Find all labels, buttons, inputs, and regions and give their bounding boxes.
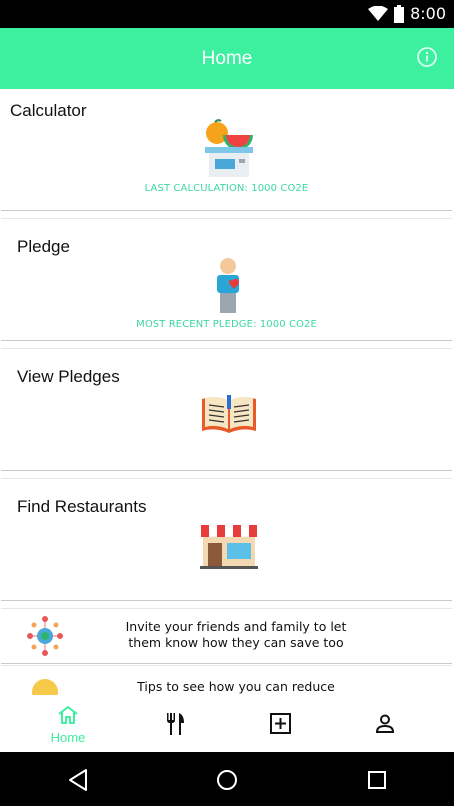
system-navigation-bar xyxy=(0,752,454,806)
person-icon xyxy=(375,714,395,733)
nav-label-home: Home xyxy=(50,730,86,745)
nav-item-add[interactable] xyxy=(235,695,325,752)
open-book-icon xyxy=(202,395,256,433)
card-title: Find Restaurants xyxy=(17,497,147,516)
person-heart-icon xyxy=(217,258,239,313)
status-icons: 8:00 xyxy=(368,4,446,23)
find-restaurants-card[interactable]: Find Restaurants xyxy=(1,479,452,601)
view-pledges-card[interactable]: View Pledges xyxy=(1,349,452,471)
page-title: Home xyxy=(201,48,253,69)
fork-knife-icon xyxy=(167,713,184,735)
add-box-icon xyxy=(270,713,291,734)
home-icon xyxy=(58,706,78,724)
tips-row[interactable]: Tips to see how you can reduce xyxy=(1,666,452,695)
nav-item-profile[interactable] xyxy=(340,695,430,752)
bottom-navigation: Home xyxy=(0,695,454,752)
recents-icon[interactable] xyxy=(363,766,391,794)
status-time: 8:00 xyxy=(410,4,446,23)
lightbulb-icon xyxy=(32,679,58,695)
status-bar: 8:00 xyxy=(0,0,454,28)
invite-text: Invite your friends and family to let th… xyxy=(125,619,347,650)
home-content[interactable]: Calculator LAST CALCULATION: 1000 CO2E P… xyxy=(0,89,454,695)
card-title: Calculator xyxy=(10,101,87,120)
card-title: View Pledges xyxy=(17,367,120,386)
network-people-icon xyxy=(27,616,63,656)
app-bar: Home xyxy=(0,28,454,89)
info-icon[interactable] xyxy=(416,46,438,68)
last-calculation-label: LAST CALCULATION: 1000 CO2E xyxy=(144,183,309,194)
scale-fruit-icon xyxy=(205,119,253,177)
nav-item-food[interactable] xyxy=(130,695,220,752)
tips-text: Tips to see how you can reduce xyxy=(137,679,335,694)
restaurant-icon xyxy=(200,525,258,569)
recent-pledge-label: MOST RECENT PLEDGE: 1000 CO2E xyxy=(136,319,317,330)
card-title: Pledge xyxy=(17,237,70,256)
battery-icon xyxy=(394,4,405,23)
back-icon[interactable] xyxy=(64,766,92,794)
nav-item-home[interactable]: Home xyxy=(23,695,113,752)
pledge-card[interactable]: Pledge MOST RECENT PLEDGE: 1000 CO2E xyxy=(1,219,452,341)
home-circle-icon[interactable] xyxy=(213,766,241,794)
calculator-card[interactable]: Calculator LAST CALCULATION: 1000 CO2E xyxy=(1,89,452,211)
wifi-icon xyxy=(368,5,389,21)
invite-row[interactable]: Invite your friends and family to let th… xyxy=(1,609,452,664)
